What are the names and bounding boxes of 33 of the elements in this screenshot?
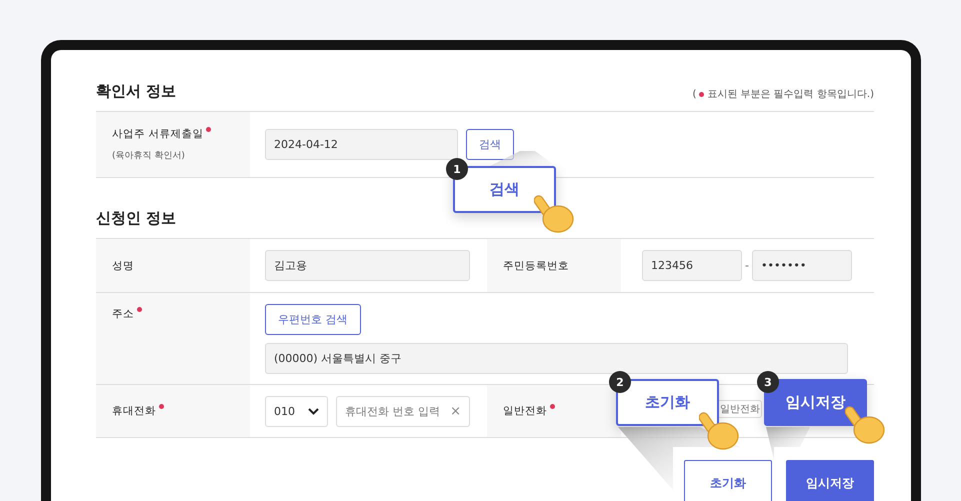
phone-field[interactable]: 일반전화 bbox=[717, 400, 762, 418]
field-label: 성명 bbox=[112, 258, 134, 272]
id-back-field[interactable]: ••••••• bbox=[752, 250, 852, 281]
field-label: 일반전화 bbox=[503, 404, 547, 418]
field-label: 휴대전화 bbox=[112, 404, 156, 418]
required-dot bbox=[699, 92, 704, 96]
pointing-hand-icon bbox=[845, 404, 887, 446]
field-label: 사업주 서류제출일 bbox=[112, 127, 204, 141]
save-draft-button[interactable]: 임시저장 bbox=[786, 460, 874, 501]
postcode-search-button[interactable]: 우편번호 검색 bbox=[265, 304, 360, 334]
note-text: ( bbox=[692, 88, 696, 100]
name-field[interactable]: 김고용 bbox=[265, 250, 470, 281]
address-field[interactable]: (00000) 서울특별시 중구 bbox=[265, 342, 848, 374]
date-field[interactable]: 2024-04-12 bbox=[265, 129, 458, 160]
field-label: 주소 bbox=[112, 307, 134, 321]
field-label: 주민등록번호 bbox=[503, 258, 569, 272]
note-text: 표시된 부분은 필수입력 항목입니다.) bbox=[707, 88, 874, 101]
prefix-select[interactable]: 010 bbox=[265, 396, 328, 426]
dash-separator: - bbox=[745, 259, 749, 272]
required-dot bbox=[137, 307, 142, 312]
required-dot bbox=[159, 404, 164, 409]
mobile-field[interactable]: 휴대전화 번호 입력 × bbox=[336, 396, 470, 426]
required-dot bbox=[550, 404, 555, 409]
pointing-hand-icon bbox=[534, 193, 576, 235]
reset-button[interactable]: 초기화 bbox=[684, 460, 772, 501]
chevron-down-icon bbox=[308, 408, 319, 414]
section-title: 확인서 정보 bbox=[96, 82, 176, 101]
id-front-field[interactable]: 123456 bbox=[642, 250, 742, 281]
callout-shadow bbox=[766, 427, 810, 460]
field-sublabel: (육아휴직 확인서) bbox=[112, 150, 186, 162]
required-dot bbox=[206, 127, 212, 132]
search-button[interactable]: 검색 bbox=[466, 129, 514, 160]
section-title: 신청인 정보 bbox=[96, 209, 176, 228]
